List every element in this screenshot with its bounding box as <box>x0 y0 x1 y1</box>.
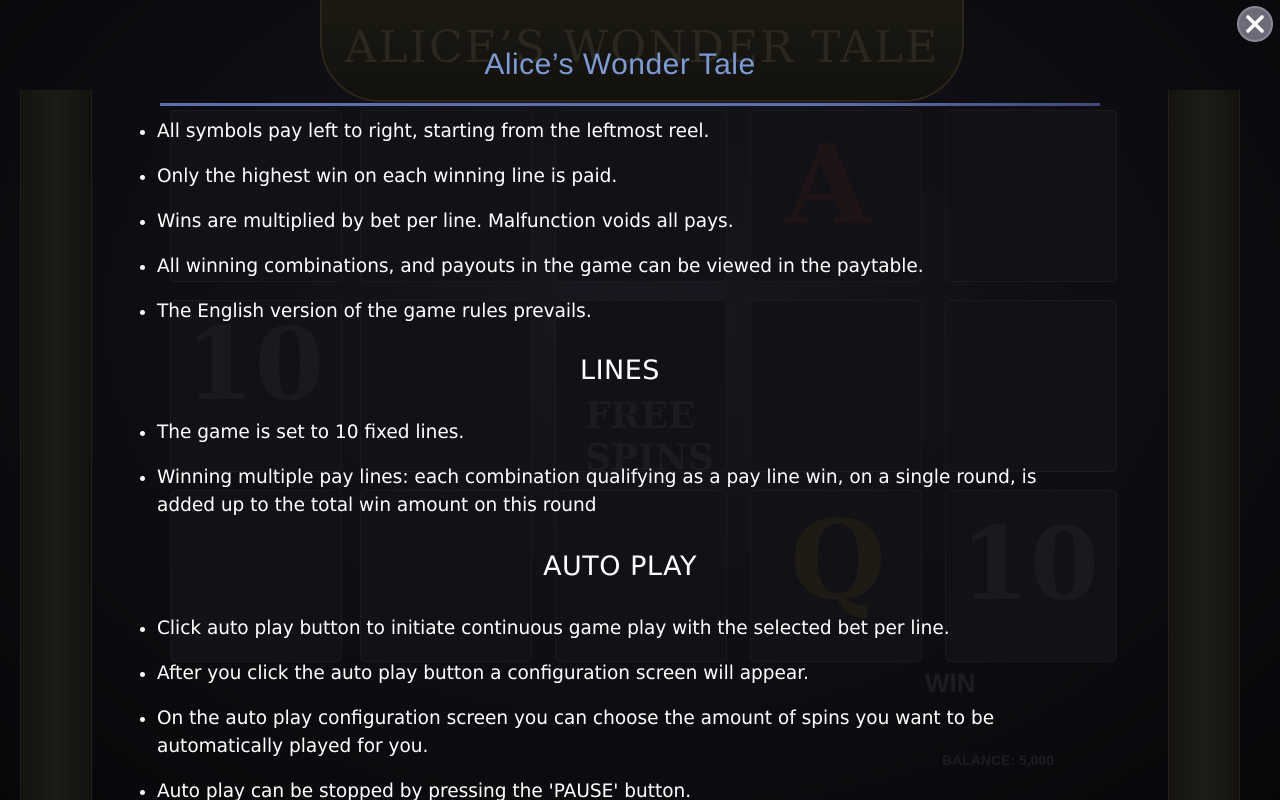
game-title: Alice’s Wonder Tale <box>484 48 756 81</box>
list-item: Click auto play button to initiate conti… <box>157 615 1097 643</box>
list-item: Only the highest win on each winning lin… <box>157 163 1097 191</box>
rules-panel: Alice’s Wonder Tale All symbols pay left… <box>140 0 1100 800</box>
title-divider <box>160 103 1100 106</box>
lines-heading: LINES <box>580 355 660 386</box>
list-item: The game is set to 10 fixed lines. <box>157 419 1097 447</box>
list-item: The English version of the game rules pr… <box>157 298 1097 326</box>
close-icon <box>1246 15 1264 33</box>
autoplay-rules-list: Click auto play button to initiate conti… <box>140 615 1097 800</box>
lines-rules-list: The game is set to 10 fixed lines. Winni… <box>140 419 1097 537</box>
background-pillar-right <box>1168 90 1240 800</box>
close-button[interactable] <box>1237 6 1273 42</box>
general-rules-list: All symbols pay left to right, starting … <box>140 118 1097 343</box>
list-item: Auto play can be stopped by pressing the… <box>157 778 1097 800</box>
background-pillar-left <box>20 90 92 800</box>
list-item: All symbols pay left to right, starting … <box>157 118 1097 146</box>
game-rules-overlay: ALICE’S WONDER TALE A 10 Q 10 FREE SPINS … <box>0 0 1280 800</box>
list-item: After you click the auto play button a c… <box>157 660 1097 688</box>
list-item: Winning multiple pay lines: each combina… <box>157 464 1097 520</box>
autoplay-heading: AUTO PLAY <box>543 551 697 582</box>
list-item: All winning combinations, and payouts in… <box>157 253 1097 281</box>
list-item: On the auto play configuration screen yo… <box>157 705 1097 761</box>
list-item: Wins are multiplied by bet per line. Mal… <box>157 208 1097 236</box>
